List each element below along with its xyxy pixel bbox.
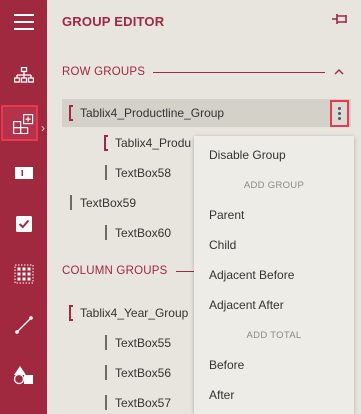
menu-item-disable-group[interactable]: Disable Group xyxy=(209,148,286,162)
tree-node-textbox59[interactable]: TextBox59 xyxy=(70,195,136,210)
group-context-menu: Disable Group ADD GROUP Parent Child Adj… xyxy=(194,136,354,414)
grid-icon[interactable] xyxy=(0,254,47,294)
tree-node-label: TextBox55 xyxy=(115,335,172,350)
textbox-bar-icon xyxy=(105,395,107,410)
menu-item-parent[interactable]: Parent xyxy=(209,208,244,222)
menu-heading-add-total: ADD TOTAL xyxy=(246,330,302,341)
chevron-right-icon: › xyxy=(41,121,45,135)
group-editor-icon xyxy=(12,114,33,134)
group-bracket-icon xyxy=(69,105,73,121)
shapes-icon[interactable] xyxy=(0,355,47,395)
tree-node-productline-group[interactable]: Tablix4_Productline_Group xyxy=(69,105,224,121)
menu-item-adjacent-before[interactable]: Adjacent Before xyxy=(209,268,294,282)
menu-item-total-after[interactable]: After xyxy=(209,388,234,402)
menu-heading-add-group: ADD GROUP xyxy=(243,180,305,191)
tree-node-textbox55[interactable]: TextBox55 xyxy=(105,335,171,350)
tree-node-year-group[interactable]: Tablix4_Year_Group xyxy=(69,305,188,321)
row-groups-divider xyxy=(153,72,325,73)
column-groups-divider xyxy=(176,271,194,272)
pin-icon[interactable] xyxy=(331,12,351,31)
textbox-bar-icon xyxy=(105,335,107,350)
chevron-up-icon[interactable] xyxy=(334,66,344,78)
textbox-bar-icon xyxy=(105,225,107,240)
group-editor-button[interactable] xyxy=(0,104,47,144)
tree-node-textbox58[interactable]: TextBox58 xyxy=(105,165,171,180)
left-toolbar: › xyxy=(0,0,47,414)
textbox-bar-icon xyxy=(70,195,72,210)
hierarchy-icon[interactable] xyxy=(0,55,47,95)
group-bracket-icon xyxy=(69,305,73,321)
tree-node-productline-child[interactable]: Tablix4_Produ xyxy=(104,135,191,151)
tree-node-textbox60[interactable]: TextBox60 xyxy=(105,225,171,240)
tree-node-textbox57[interactable]: TextBox57 xyxy=(105,395,171,410)
tree-node-label: Tablix4_Productline_Group xyxy=(80,106,225,120)
row-groups-heading: ROW GROUPS xyxy=(62,66,146,78)
textbox-icon[interactable] xyxy=(0,153,47,193)
group-bracket-icon xyxy=(104,135,108,151)
more-options-button[interactable] xyxy=(330,100,349,127)
tree-node-label: TextBox57 xyxy=(115,395,172,410)
panel-title: GROUP EDITOR xyxy=(62,14,165,29)
tree-node-label: TextBox59 xyxy=(80,195,137,210)
tree-node-label: TextBox60 xyxy=(115,225,172,240)
checkbox-icon[interactable] xyxy=(0,204,47,244)
menu-item-child[interactable]: Child xyxy=(209,238,236,252)
tree-node-label: Tablix4_Produ xyxy=(115,136,192,150)
tree-node-textbox56[interactable]: TextBox56 xyxy=(105,365,171,380)
column-groups-heading: COLUMN GROUPS xyxy=(62,265,168,277)
textbox-bar-icon xyxy=(105,365,107,380)
menu-item-total-before[interactable]: Before xyxy=(209,358,244,372)
textbox-bar-icon xyxy=(105,165,107,180)
tree-node-label: Tablix4_Year_Group xyxy=(80,306,189,320)
tree-node-label: TextBox58 xyxy=(115,165,172,180)
menu-icon[interactable] xyxy=(0,2,47,42)
menu-item-adjacent-after[interactable]: Adjacent After xyxy=(209,298,284,312)
line-icon[interactable] xyxy=(0,305,47,345)
tree-node-label: TextBox56 xyxy=(115,365,172,380)
